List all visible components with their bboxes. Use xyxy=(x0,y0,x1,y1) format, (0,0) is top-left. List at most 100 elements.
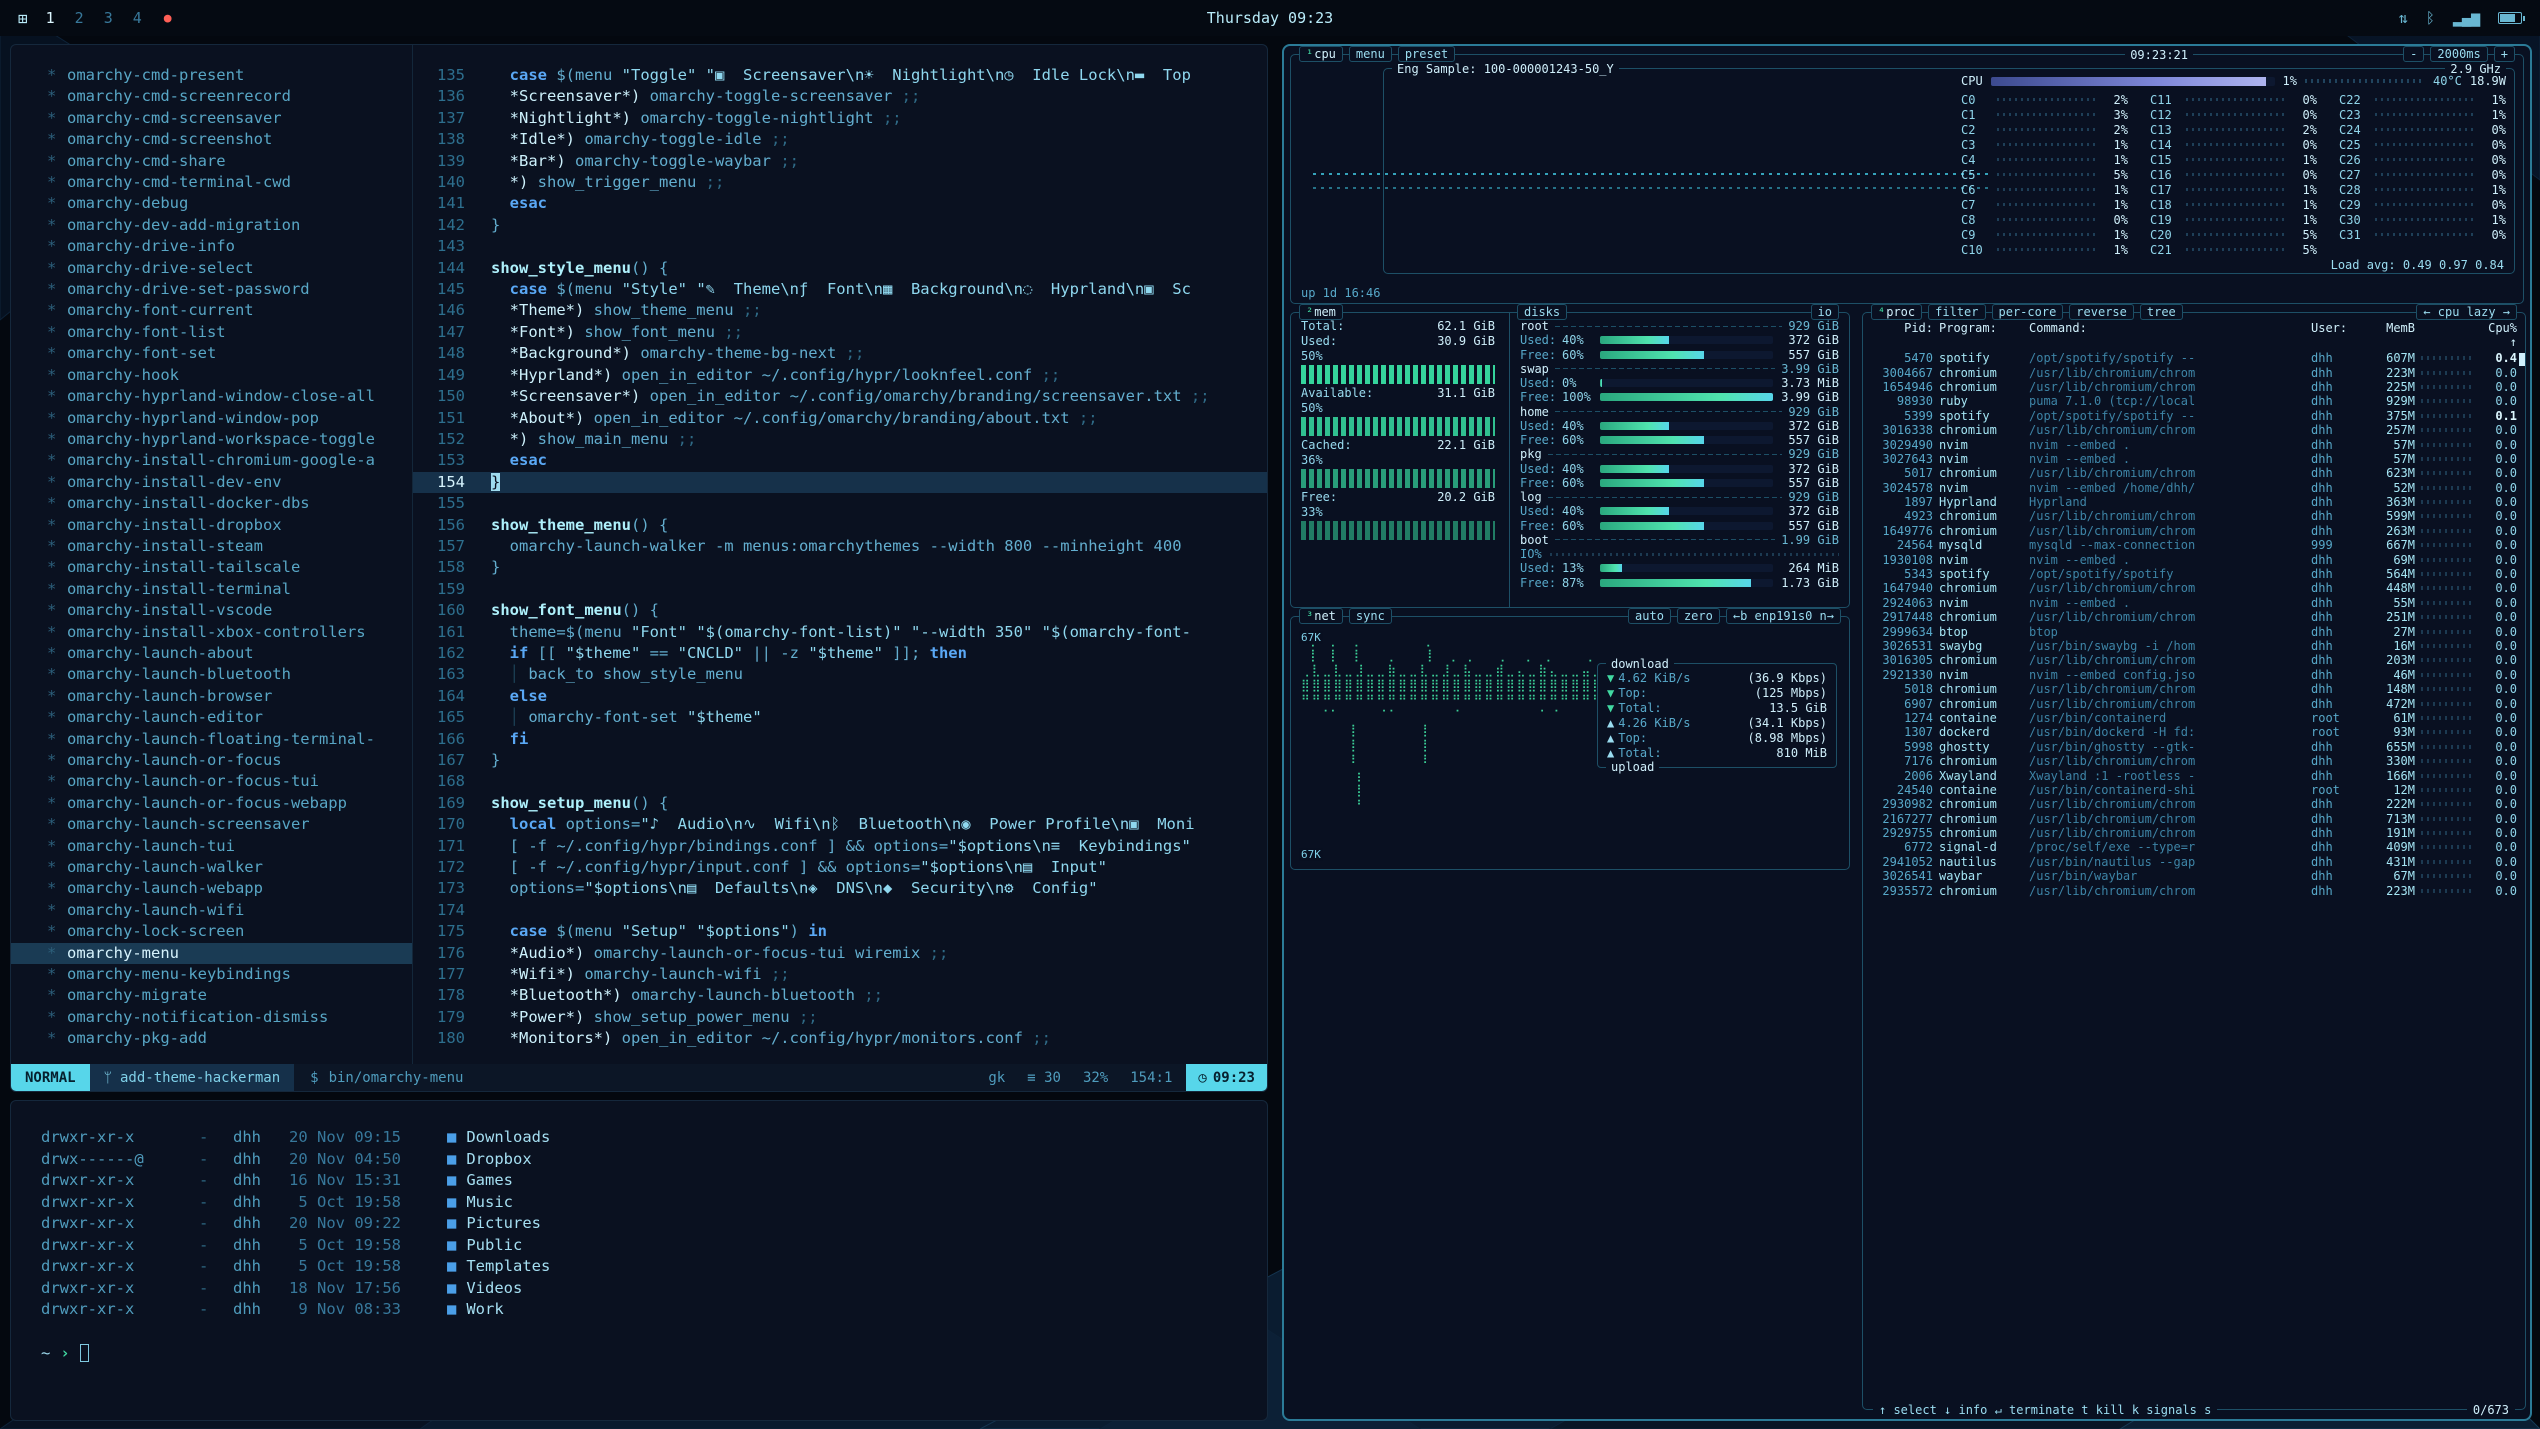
tree-item[interactable]: *omarchy-cmd-screenrecord xyxy=(47,86,412,107)
tree-item[interactable]: *omarchy-notification-dismiss xyxy=(47,1007,412,1028)
net-zero-button[interactable]: zero xyxy=(1677,608,1720,624)
process-row[interactable]: 3029490nvimnvim --embed .dhh57M0.0 xyxy=(1871,437,2517,451)
process-row[interactable]: 5399spotify/opt/spotify/spotify --dhh375… xyxy=(1871,409,2517,423)
tree-item[interactable]: *omarchy-hyprland-window-pop xyxy=(47,408,412,429)
process-row[interactable]: 5018chromium/usr/lib/chromium/chromdhh14… xyxy=(1871,682,2517,696)
process-row[interactable]: 5017chromium/usr/lib/chromium/chromdhh62… xyxy=(1871,466,2517,480)
process-row[interactable]: 1897HyprlandHyprlanddhh363M0.0 xyxy=(1871,495,2517,509)
tree-item[interactable]: *omarchy-font-current xyxy=(47,300,412,321)
proc-sort-selector[interactable]: ← cpu lazy → xyxy=(2416,304,2517,320)
tree-item[interactable]: *omarchy-launch-editor xyxy=(47,707,412,728)
tree-item[interactable]: *omarchy-launch-wifi xyxy=(47,900,412,921)
process-row[interactable]: 2924063nvimnvim --embed .dhh55M0.0 xyxy=(1871,596,2517,610)
process-row[interactable]: 1649776chromium/usr/lib/chromium/chromdh… xyxy=(1871,524,2517,538)
process-row[interactable]: 3004667chromium/usr/lib/chromium/chromdh… xyxy=(1871,365,2517,379)
process-row[interactable]: 5343spotify/opt/spotify/spotifydhh564M0.… xyxy=(1871,567,2517,581)
shell-prompt[interactable]: ~ › xyxy=(41,1343,1237,1365)
tree-item[interactable]: *omarchy-launch-or-focus-tui xyxy=(47,771,412,792)
tree-item[interactable]: *omarchy-cmd-terminal-cwd xyxy=(47,172,412,193)
proc-percore-button[interactable]: per-core xyxy=(1992,304,2064,320)
tree-item[interactable]: *omarchy-hyprland-window-close-all xyxy=(47,386,412,407)
tree-item[interactable]: *omarchy-pkg-add xyxy=(47,1028,412,1049)
cpu-box-title[interactable]: ¹cpu xyxy=(1299,46,1343,62)
tree-item[interactable]: *omarchy-migrate xyxy=(47,985,412,1006)
process-row[interactable]: 1307dockerd/usr/bin/dockerd -H fd:root93… xyxy=(1871,725,2517,739)
tree-item[interactable]: *omarchy-install-chromium-google-a xyxy=(47,450,412,471)
tree-item[interactable]: *omarchy-install-terminal xyxy=(47,579,412,600)
process-row[interactable]: 3016305chromium/usr/lib/chromium/chromdh… xyxy=(1871,653,2517,667)
process-row[interactable]: 24564mysqldmysqld --max-connection999667… xyxy=(1871,538,2517,552)
tree-item[interactable]: *omarchy-menu-keybindings xyxy=(47,964,412,985)
files-terminal-window[interactable]: drwxr-xr-x-dhh20 Nov 09:15■Downloadsdrwx… xyxy=(10,1100,1268,1421)
net-box-title[interactable]: ³net xyxy=(1299,608,1343,624)
process-row[interactable]: 2941052nautilus/usr/bin/nautilus --gapdh… xyxy=(1871,855,2517,869)
net-sync-button[interactable]: sync xyxy=(1349,608,1392,624)
proc-footer-keys[interactable]: ↑ select ↓ info ↵ terminate t kill k sig… xyxy=(1873,1403,2217,1417)
editor-window[interactable]: *omarchy-cmd-present*omarchy-cmd-screenr… xyxy=(10,44,1268,1092)
tree-item[interactable]: *omarchy-drive-select xyxy=(47,258,412,279)
tree-item[interactable]: *omarchy-launch-or-focus xyxy=(47,750,412,771)
proc-reverse-button[interactable]: reverse xyxy=(2069,304,2134,320)
process-row[interactable]: 6907chromium/usr/lib/chromium/chromdhh47… xyxy=(1871,696,2517,710)
process-row[interactable]: 2006XwaylandXwayland :1 -rootless -dhh16… xyxy=(1871,768,2517,782)
process-row[interactable]: 3027643nvimnvim --embed .dhh57M0.0 xyxy=(1871,452,2517,466)
process-row[interactable]: 2930982chromium/usr/lib/chromium/chromdh… xyxy=(1871,797,2517,811)
proc-tree-button[interactable]: tree xyxy=(2140,304,2183,320)
process-row[interactable]: 2167277chromium/usr/lib/chromium/chromdh… xyxy=(1871,812,2517,826)
process-row[interactable]: 3026541waybar/usr/bin/waybardhh67M0.0 xyxy=(1871,869,2517,883)
process-row[interactable]: 1654946chromium/usr/lib/chromium/chromdh… xyxy=(1871,380,2517,394)
process-row[interactable]: 2921330nvimnvim --embed config.jsodhh46M… xyxy=(1871,668,2517,682)
tree-item[interactable]: *omarchy-install-dev-env xyxy=(47,472,412,493)
process-list[interactable]: 5470spotify/opt/spotify/spotify --dhh607… xyxy=(1863,351,2525,898)
process-row[interactable]: 5470spotify/opt/spotify/spotify --dhh607… xyxy=(1871,351,2517,365)
tree-item[interactable]: *omarchy-install-steam xyxy=(47,536,412,557)
tree-item[interactable]: *omarchy-launch-browser xyxy=(47,686,412,707)
tree-item[interactable]: *omarchy-launch-floating-terminal- xyxy=(47,729,412,750)
tree-item[interactable]: *omarchy-launch-tui xyxy=(47,836,412,857)
process-row[interactable]: 2917448chromium/usr/lib/chromium/chromdh… xyxy=(1871,610,2517,624)
process-row[interactable]: 5998ghostty/usr/bin/ghostty --gtk-dhh655… xyxy=(1871,740,2517,754)
tree-item[interactable]: *omarchy-dev-add-migration xyxy=(47,215,412,236)
tree-item[interactable]: *omarchy-cmd-screenshot xyxy=(47,129,412,150)
tree-item[interactable]: *omarchy-font-list xyxy=(47,322,412,343)
tree-item[interactable]: *omarchy-drive-info xyxy=(47,236,412,257)
tree-item[interactable]: *omarchy-drive-set-password xyxy=(47,279,412,300)
process-row[interactable]: 1930108nvimnvim --embed .dhh69M0.0 xyxy=(1871,552,2517,566)
tree-item[interactable]: *omarchy-launch-walker xyxy=(47,857,412,878)
process-row[interactable]: 7176chromium/usr/lib/chromium/chromdhh33… xyxy=(1871,754,2517,768)
tree-item[interactable]: *omarchy-font-set xyxy=(47,343,412,364)
scrollbar-thumb[interactable] xyxy=(2519,353,2525,366)
tree-item[interactable]: *omarchy-install-xbox-controllers xyxy=(47,622,412,643)
process-row[interactable]: 2999634btopbtopdhh27M0.0 xyxy=(1871,624,2517,638)
process-row[interactable]: 24540containe/usr/bin/containerd-shiroot… xyxy=(1871,783,2517,797)
net-auto-button[interactable]: auto xyxy=(1628,608,1671,624)
tree-item[interactable]: *omarchy-cmd-present xyxy=(47,65,412,86)
tree-item[interactable]: *omarchy-hook xyxy=(47,365,412,386)
tree-item[interactable]: *omarchy-cmd-share xyxy=(47,151,412,172)
process-row[interactable]: 1647940chromium/usr/lib/chromium/chromdh… xyxy=(1871,581,2517,595)
interval-plus-button[interactable]: + xyxy=(2494,46,2515,62)
proc-box-title[interactable]: ⁴proc xyxy=(1871,304,1922,320)
tree-item[interactable]: *omarchy-menu xyxy=(11,943,412,964)
tree-item[interactable]: *omarchy-cmd-screensaver xyxy=(47,108,412,129)
preset-button[interactable]: preset xyxy=(1398,46,1455,62)
mem-box-title[interactable]: ²mem xyxy=(1299,304,1343,320)
tree-item[interactable]: *omarchy-debug xyxy=(47,193,412,214)
menu-button[interactable]: menu xyxy=(1349,46,1392,62)
proc-filter-button[interactable]: filter xyxy=(1928,304,1985,320)
tree-item[interactable]: *omarchy-hyprland-workspace-toggle xyxy=(47,429,412,450)
process-row[interactable]: 3026531swaybg/usr/bin/swaybg -i /homdhh1… xyxy=(1871,639,2517,653)
process-row[interactable]: 1274containe/usr/bin/containerdroot61M0.… xyxy=(1871,711,2517,725)
tree-item[interactable]: *omarchy-lock-screen xyxy=(47,921,412,942)
tree-item[interactable]: *omarchy-install-vscode xyxy=(47,600,412,621)
file-tree[interactable]: *omarchy-cmd-present*omarchy-cmd-screenr… xyxy=(11,45,413,1064)
net-interface[interactable]: ←b enp191s0 n→ xyxy=(1726,608,1841,624)
tree-item[interactable]: *omarchy-launch-about xyxy=(47,643,412,664)
interval-minus-button[interactable]: - xyxy=(2403,46,2424,62)
tree-item[interactable]: *omarchy-launch-webapp xyxy=(47,878,412,899)
tree-item[interactable]: *omarchy-install-docker-dbs xyxy=(47,493,412,514)
process-row[interactable]: 3024578nvimnvim --embed /home/dhh/dhh52M… xyxy=(1871,481,2517,495)
tree-item[interactable]: *omarchy-launch-screensaver xyxy=(47,814,412,835)
process-row[interactable]: 4923chromium/usr/lib/chromium/chromdhh59… xyxy=(1871,509,2517,523)
tree-item[interactable]: *omarchy-install-dropbox xyxy=(47,515,412,536)
